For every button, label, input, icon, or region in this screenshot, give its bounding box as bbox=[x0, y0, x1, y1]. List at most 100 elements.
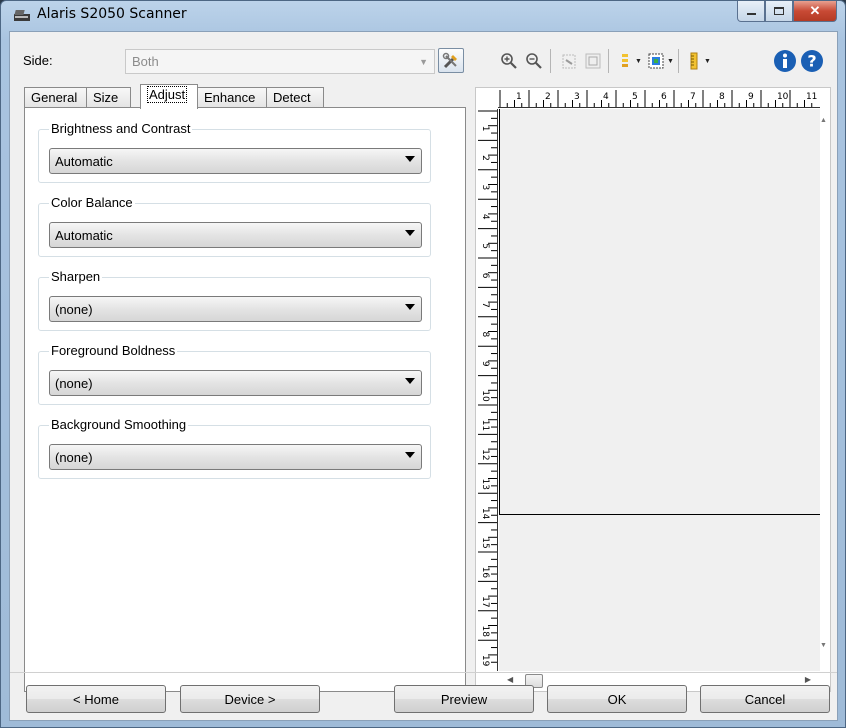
background-smoothing-select[interactable]: (none) bbox=[49, 444, 422, 470]
ruler-label: 5 bbox=[480, 243, 490, 249]
ruler-label: 9 bbox=[480, 361, 490, 367]
color-balance-group: Color Balance Automatic bbox=[38, 195, 431, 257]
ruler-label: 2 bbox=[545, 92, 551, 102]
tab-general[interactable]: General bbox=[24, 87, 87, 108]
tab-size[interactable]: Size bbox=[86, 87, 131, 108]
zoom-in-button[interactable] bbox=[498, 50, 520, 72]
ruler-label: 17 bbox=[480, 596, 490, 607]
minimize-button[interactable] bbox=[737, 1, 765, 22]
group-label: Brightness and Contrast bbox=[49, 121, 193, 136]
tab-detect[interactable]: Detect bbox=[266, 87, 324, 108]
color-button[interactable] bbox=[645, 50, 667, 72]
select-value: Automatic bbox=[55, 228, 113, 243]
ruler-label: 11 bbox=[806, 92, 817, 102]
group-label: Color Balance bbox=[49, 195, 135, 210]
tab-label: Adjust bbox=[147, 86, 188, 103]
tab-enhance[interactable]: Enhance bbox=[197, 87, 267, 108]
svg-text:?: ? bbox=[807, 52, 816, 71]
fit-page-button[interactable] bbox=[582, 50, 604, 72]
chevron-down-icon bbox=[405, 378, 415, 384]
chevron-down-icon bbox=[405, 230, 415, 236]
ruler-label: 6 bbox=[480, 273, 490, 279]
info-icon bbox=[774, 50, 796, 72]
preview-canvas[interactable] bbox=[499, 109, 820, 671]
side-select[interactable]: Both ▼ bbox=[125, 49, 435, 74]
select-value: (none) bbox=[55, 450, 93, 465]
toolbar-separator bbox=[608, 49, 609, 73]
color-icon bbox=[648, 53, 664, 69]
page-outline bbox=[499, 109, 500, 514]
ok-button[interactable]: OK bbox=[547, 685, 687, 713]
toolbar-separator bbox=[678, 49, 679, 73]
sharpen-select[interactable]: (none) bbox=[49, 296, 422, 322]
ruler-label: 4 bbox=[480, 214, 490, 220]
minimize-icon bbox=[746, 13, 756, 15]
ruler-label: 3 bbox=[574, 92, 580, 102]
chevron-down-icon bbox=[405, 304, 415, 310]
foreground-boldness-select[interactable]: (none) bbox=[49, 370, 422, 396]
ruler-label: 10 bbox=[777, 92, 789, 102]
ruler-button[interactable] bbox=[683, 50, 705, 72]
scroll-up-icon[interactable]: ▲ bbox=[820, 117, 827, 124]
chevron-down-icon[interactable]: ▼ bbox=[635, 58, 642, 65]
close-button[interactable]: ✕ bbox=[793, 1, 837, 22]
tab-label: Enhance bbox=[204, 90, 256, 105]
fit-page-icon bbox=[585, 53, 601, 69]
group-label: Sharpen bbox=[49, 269, 103, 284]
brightness-contrast-select[interactable]: Automatic bbox=[49, 148, 422, 174]
device-button[interactable]: Device > bbox=[180, 685, 320, 713]
ruler-label: 4 bbox=[603, 92, 609, 102]
scroll-right-icon[interactable]: ▶ bbox=[805, 675, 811, 684]
sharpen-group: Sharpen (none) bbox=[38, 269, 431, 331]
ruler-label: 7 bbox=[690, 92, 696, 102]
background-smoothing-group: Background Smoothing (none) bbox=[38, 417, 431, 479]
chevron-down-icon bbox=[405, 156, 415, 162]
ruler-label: 8 bbox=[480, 332, 490, 338]
adjust-panel: Brightness and Contrast Automatic Color … bbox=[24, 107, 466, 692]
light-button[interactable] bbox=[614, 50, 636, 72]
group-label: Foreground Boldness bbox=[49, 343, 178, 358]
title-bar[interactable]: Alaris S2050 Scanner ✕ bbox=[1, 1, 845, 31]
ruler-label: 1 bbox=[516, 92, 522, 102]
client-area: Side: Both ▼ ▼ ▼ ▼ ? General Size Adjust… bbox=[9, 31, 838, 721]
home-button[interactable]: < Home bbox=[26, 685, 166, 713]
scroll-down-icon[interactable]: ▼ bbox=[820, 642, 827, 649]
ruler-icon bbox=[690, 52, 698, 70]
page-bottom-edge bbox=[499, 514, 820, 515]
select-value: (none) bbox=[55, 302, 93, 317]
ruler-label: 8 bbox=[719, 92, 725, 102]
rotate-icon bbox=[562, 54, 576, 69]
vertical-scrollbar[interactable]: ▲ ▼ bbox=[818, 109, 830, 671]
maximize-button[interactable] bbox=[765, 1, 793, 22]
close-icon: ✕ bbox=[809, 3, 821, 18]
cancel-button[interactable]: Cancel bbox=[700, 685, 830, 713]
chevron-down-icon[interactable]: ▼ bbox=[667, 58, 674, 65]
brightness-contrast-group: Brightness and Contrast Automatic bbox=[38, 121, 431, 183]
light-icon bbox=[622, 54, 628, 67]
preview-area: 1 2 3 4 5 6 7 8 9 10 11 1 2 3 4 5 6 7 8 9 10 11 12 13 14 15 16 17 1… bbox=[475, 87, 831, 692]
ruler-label: 12 bbox=[480, 449, 490, 460]
footer-divider bbox=[10, 672, 837, 673]
info-button[interactable] bbox=[772, 48, 798, 74]
ruler-label: 2 bbox=[480, 155, 490, 161]
ruler-label: 16 bbox=[480, 567, 490, 579]
ruler-label: 19 bbox=[480, 655, 490, 667]
select-value: Automatic bbox=[55, 154, 113, 169]
tab-adjust[interactable]: Adjust bbox=[140, 84, 198, 109]
preview-button[interactable]: Preview bbox=[394, 685, 534, 713]
chevron-down-icon[interactable]: ▼ bbox=[704, 58, 711, 65]
vertical-ruler: 12345678910111213141516171819 bbox=[476, 109, 498, 671]
color-balance-select[interactable]: Automatic bbox=[49, 222, 422, 248]
zoom-in-icon bbox=[501, 53, 517, 69]
zoom-out-button[interactable] bbox=[523, 50, 545, 72]
foreground-boldness-group: Foreground Boldness (none) bbox=[38, 343, 431, 405]
toolbar-separator bbox=[550, 49, 551, 73]
rotate-button[interactable] bbox=[558, 50, 580, 72]
zoom-out-icon bbox=[526, 53, 542, 69]
maximize-icon bbox=[774, 7, 784, 15]
help-button[interactable]: ? bbox=[799, 48, 825, 74]
ruler-label: 18 bbox=[480, 626, 490, 638]
device-settings-button[interactable] bbox=[438, 48, 464, 73]
chevron-down-icon: ▼ bbox=[419, 57, 428, 67]
scroll-left-icon[interactable]: ◀ bbox=[507, 675, 513, 684]
